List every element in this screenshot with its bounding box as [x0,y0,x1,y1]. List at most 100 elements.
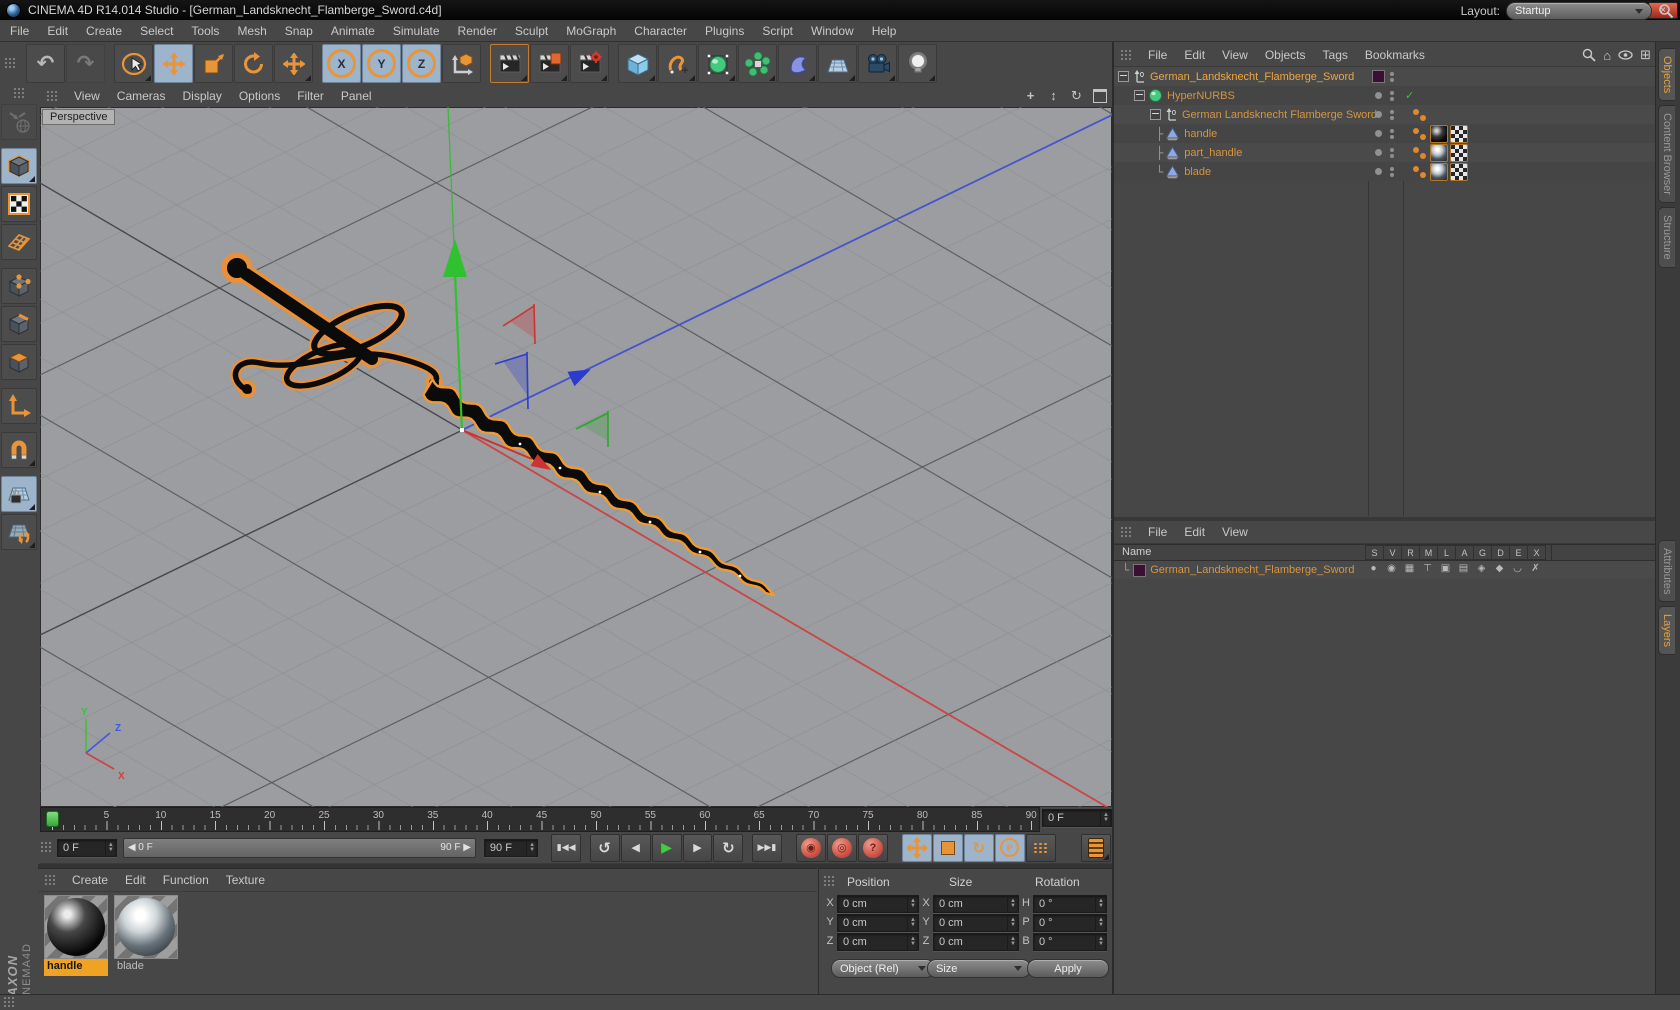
viewport-pan-icon[interactable]: + [1022,87,1039,104]
column-header-x[interactable]: X [1527,545,1546,560]
move-tool-button[interactable] [154,44,193,83]
layer-row[interactable]: └ German_Landsknecht_Flamberge_Sword ● ◉ ▦… [1114,561,1655,579]
side-tab-content-browser[interactable]: Content Browser [1658,105,1675,204]
menu-item-script[interactable]: Script [760,24,795,38]
menu-item-edit[interactable]: Edit [45,24,70,38]
viewport-toggle-icon[interactable] [1091,87,1108,104]
layer-color-swatch[interactable] [1133,563,1147,577]
viewport-grip[interactable] [46,89,59,103]
menu-item-edit[interactable]: Edit [1182,48,1207,62]
generator-enabled-check[interactable]: ✓ [1405,89,1414,102]
goto-start-button[interactable]: ▮◀◀ [551,833,582,862]
visibility-dot[interactable] [1374,130,1382,137]
palette-grip[interactable] [12,87,26,100]
model-mode-button[interactable] [1,148,37,184]
range-start-field[interactable]: 0 F ▲ ▼ [57,838,117,857]
transport-grip[interactable] [40,841,53,854]
menu-item-simulate[interactable]: Simulate [391,24,442,38]
menu-item-panel[interactable]: Panel [339,89,374,103]
texture-mode-button[interactable] [1,186,37,222]
stepper-icon[interactable]: ▲ ▼ [1100,810,1111,826]
add-primitive-cube-button[interactable] [618,44,657,83]
playhead-marker[interactable] [46,811,59,827]
layer-state-g-icon[interactable]: ◈ [1473,563,1490,574]
position-y-field[interactable]: 0 cm ▲ ▼ [837,914,919,932]
add-hypernurbs-button[interactable] [698,44,737,83]
column-header-m[interactable]: M [1419,545,1438,560]
add-icon[interactable]: ⊞ [1640,47,1651,63]
visibility-dot[interactable] [1374,92,1382,99]
menu-item-display[interactable]: Display [180,89,223,103]
undo-button[interactable]: ↶ [26,44,65,83]
menu-item-mograph[interactable]: MoGraph [564,24,618,38]
menu-item-cameras[interactable]: Cameras [115,89,168,103]
menu-item-texture[interactable]: Texture [224,873,267,887]
add-deformer-button[interactable] [778,44,817,83]
slider-left-arrow-icon[interactable]: ◀ [128,842,136,853]
record-pla-toggle[interactable] [1025,833,1056,862]
layer-state-e-icon[interactable]: ◡ [1509,563,1526,574]
texture-axis-mode-button[interactable] [1,224,37,260]
stepper-icon[interactable]: ▲ ▼ [526,839,537,856]
last-used-tool-button[interactable] [274,44,313,83]
layer-state-v-icon[interactable]: ◉ [1383,563,1400,574]
menu-item-objects[interactable]: Objects [1263,48,1308,62]
add-spline-button[interactable] [658,44,697,83]
rotation-b-field[interactable]: 0 ° ▲ ▼ [1033,933,1107,951]
mograph-button[interactable] [738,44,777,83]
column-header-s[interactable]: S [1365,545,1384,560]
layer-state-a-icon[interactable]: ▤ [1455,563,1472,574]
record-scale-toggle[interactable] [932,833,963,862]
add-camera-button[interactable] [858,44,897,83]
layer-state-r-icon[interactable]: ▦ [1401,563,1418,574]
phong-tag[interactable] [1412,145,1428,161]
texture-tag[interactable] [1430,124,1448,143]
menu-item-sculpt[interactable]: Sculpt [513,24,550,38]
layer-state-s-icon[interactable]: ● [1365,563,1382,574]
visibility-dots[interactable] [1390,166,1394,177]
menu-item-mesh[interactable]: Mesh [235,24,268,38]
visibility-dots[interactable] [1390,147,1394,158]
scale-tool-button[interactable] [194,44,233,83]
uvw-tag[interactable] [1450,162,1468,181]
texture-tag[interactable] [1430,143,1448,162]
axis-mode-button[interactable] [1,388,37,424]
menu-item-tools[interactable]: Tools [189,24,221,38]
menu-item-view[interactable]: View [1220,525,1250,539]
menu-item-function[interactable]: Function [161,873,211,887]
menu-item-window[interactable]: Window [809,24,856,38]
edges-mode-button[interactable] [1,306,37,342]
viewport-canvas[interactable]: Y Z X Perspective [39,0,1113,1010]
menu-item-create[interactable]: Create [84,24,124,38]
material-grip[interactable] [44,873,57,887]
range-end-field[interactable]: 90 F ▲ ▼ [483,838,539,857]
viewport-rotate-icon[interactable]: ↻ [1068,87,1085,104]
layer-state-l-icon[interactable]: ▣ [1437,563,1454,574]
uvw-tag[interactable] [1450,143,1468,162]
collapse-icon[interactable] [1118,71,1129,82]
visibility-dot[interactable] [1374,168,1382,175]
snap-button[interactable] [1,432,37,468]
tree-row-sword-group[interactable]: 0 German Landsknecht Flamberge Sword [1114,105,1655,124]
menu-item-tags[interactable]: Tags [1321,48,1350,62]
previous-frame-button[interactable]: ◀ [620,833,651,862]
menu-item-select[interactable]: Select [138,24,175,38]
menu-item-plugins[interactable]: Plugins [703,24,746,38]
side-tab-structure[interactable]: Structure [1658,207,1675,268]
column-header-l[interactable]: L [1437,545,1456,560]
layer-color-swatch[interactable] [1371,70,1385,83]
redo-button[interactable]: ↷ [66,44,105,83]
view-label[interactable]: Perspective [42,109,116,125]
render-settings-button[interactable] [570,44,609,83]
search-icon[interactable] [1658,3,1674,19]
menu-item-help[interactable]: Help [870,24,899,38]
column-header-v[interactable]: V [1383,545,1402,560]
menu-item-animate[interactable]: Animate [329,24,377,38]
play-button[interactable]: ▶ [651,833,682,862]
layer-state-m-icon[interactable]: ⊤ [1419,563,1436,574]
size-z-field[interactable]: 0 cm ▲ ▼ [933,933,1019,951]
coordinate-mode-dropdown[interactable]: Object (Rel) [831,959,935,978]
goto-end-button[interactable]: ▶▶▮ [751,833,782,862]
side-tab-attributes[interactable]: Attributes [1658,539,1675,603]
polygons-mode-button[interactable] [1,344,37,380]
